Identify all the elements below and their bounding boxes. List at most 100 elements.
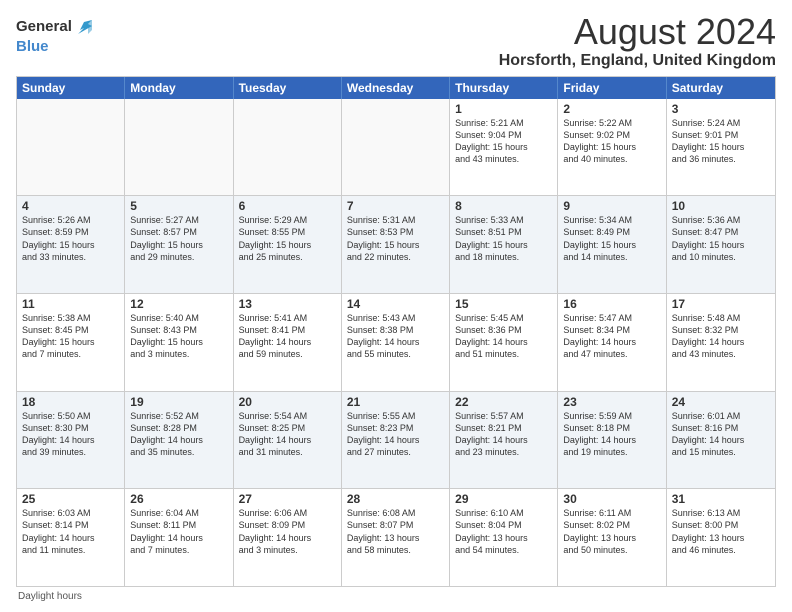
cell-detail: Sunrise: 5:57 AM Sunset: 8:21 PM Dayligh… [455,410,552,459]
day-number: 29 [455,492,552,506]
cell-detail: Sunrise: 6:01 AM Sunset: 8:16 PM Dayligh… [672,410,770,459]
day-number: 30 [563,492,660,506]
calendar-cell: 15Sunrise: 5:45 AM Sunset: 8:36 PM Dayli… [450,294,558,391]
cell-detail: Sunrise: 6:11 AM Sunset: 8:02 PM Dayligh… [563,507,660,556]
calendar-cell: 12Sunrise: 5:40 AM Sunset: 8:43 PM Dayli… [125,294,233,391]
cell-detail: Sunrise: 5:36 AM Sunset: 8:47 PM Dayligh… [672,214,770,263]
calendar-cell: 6Sunrise: 5:29 AM Sunset: 8:55 PM Daylig… [234,196,342,293]
cell-detail: Sunrise: 6:10 AM Sunset: 8:04 PM Dayligh… [455,507,552,556]
cell-detail: Sunrise: 5:27 AM Sunset: 8:57 PM Dayligh… [130,214,227,263]
calendar-cell: 22Sunrise: 5:57 AM Sunset: 8:21 PM Dayli… [450,392,558,489]
calendar-cell: 27Sunrise: 6:06 AM Sunset: 8:09 PM Dayli… [234,489,342,586]
logo: General Blue [16,16,96,56]
cell-detail: Sunrise: 5:59 AM Sunset: 8:18 PM Dayligh… [563,410,660,459]
cell-detail: Sunrise: 5:26 AM Sunset: 8:59 PM Dayligh… [22,214,119,263]
day-number: 8 [455,199,552,213]
subtitle: Horsforth, England, United Kingdom [499,52,776,70]
calendar-row-1: 4Sunrise: 5:26 AM Sunset: 8:59 PM Daylig… [17,196,775,294]
logo-icon [74,16,96,38]
day-number: 25 [22,492,119,506]
calendar-cell: 31Sunrise: 6:13 AM Sunset: 8:00 PM Dayli… [667,489,775,586]
day-number: 6 [239,199,336,213]
day-number: 17 [672,297,770,311]
day-number: 7 [347,199,444,213]
day-number: 16 [563,297,660,311]
calendar-cell [342,99,450,196]
calendar-cell: 1Sunrise: 5:21 AM Sunset: 9:04 PM Daylig… [450,99,558,196]
cell-detail: Sunrise: 5:24 AM Sunset: 9:01 PM Dayligh… [672,117,770,166]
day-number: 9 [563,199,660,213]
calendar-header-cell-friday: Friday [558,77,666,99]
day-number: 26 [130,492,227,506]
logo-text-general: General [16,19,72,36]
day-number: 3 [672,102,770,116]
cell-detail: Sunrise: 5:52 AM Sunset: 8:28 PM Dayligh… [130,410,227,459]
calendar-cell: 17Sunrise: 5:48 AM Sunset: 8:32 PM Dayli… [667,294,775,391]
calendar-header-cell-thursday: Thursday [450,77,558,99]
day-number: 27 [239,492,336,506]
calendar-cell: 14Sunrise: 5:43 AM Sunset: 8:38 PM Dayli… [342,294,450,391]
day-number: 18 [22,395,119,409]
cell-detail: Sunrise: 6:13 AM Sunset: 8:00 PM Dayligh… [672,507,770,556]
cell-detail: Sunrise: 5:50 AM Sunset: 8:30 PM Dayligh… [22,410,119,459]
day-number: 1 [455,102,552,116]
calendar-cell: 23Sunrise: 5:59 AM Sunset: 8:18 PM Dayli… [558,392,666,489]
day-number: 2 [563,102,660,116]
calendar-cell: 25Sunrise: 6:03 AM Sunset: 8:14 PM Dayli… [17,489,125,586]
header: General Blue August 2024 Horsforth, Engl… [16,12,776,70]
main-title: August 2024 [499,12,776,52]
calendar-cell: 4Sunrise: 5:26 AM Sunset: 8:59 PM Daylig… [17,196,125,293]
calendar-cell: 9Sunrise: 5:34 AM Sunset: 8:49 PM Daylig… [558,196,666,293]
calendar-row-0: 1Sunrise: 5:21 AM Sunset: 9:04 PM Daylig… [17,99,775,197]
day-number: 20 [239,395,336,409]
calendar-header-cell-tuesday: Tuesday [234,77,342,99]
title-area: August 2024 Horsforth, England, United K… [499,12,776,70]
day-number: 15 [455,297,552,311]
calendar-cell: 10Sunrise: 5:36 AM Sunset: 8:47 PM Dayli… [667,196,775,293]
day-number: 13 [239,297,336,311]
calendar-header-cell-saturday: Saturday [667,77,775,99]
day-number: 12 [130,297,227,311]
cell-detail: Sunrise: 5:33 AM Sunset: 8:51 PM Dayligh… [455,214,552,263]
calendar-cell: 11Sunrise: 5:38 AM Sunset: 8:45 PM Dayli… [17,294,125,391]
cell-detail: Sunrise: 5:54 AM Sunset: 8:25 PM Dayligh… [239,410,336,459]
day-number: 24 [672,395,770,409]
calendar-cell [17,99,125,196]
day-number: 21 [347,395,444,409]
cell-detail: Sunrise: 6:03 AM Sunset: 8:14 PM Dayligh… [22,507,119,556]
calendar-cell: 18Sunrise: 5:50 AM Sunset: 8:30 PM Dayli… [17,392,125,489]
calendar-cell: 21Sunrise: 5:55 AM Sunset: 8:23 PM Dayli… [342,392,450,489]
calendar-cell: 26Sunrise: 6:04 AM Sunset: 8:11 PM Dayli… [125,489,233,586]
cell-detail: Sunrise: 6:04 AM Sunset: 8:11 PM Dayligh… [130,507,227,556]
logo-text-blue: Blue [16,38,49,55]
day-number: 11 [22,297,119,311]
day-number: 4 [22,199,119,213]
calendar-header: SundayMondayTuesdayWednesdayThursdayFrid… [17,77,775,99]
day-number: 10 [672,199,770,213]
cell-detail: Sunrise: 5:29 AM Sunset: 8:55 PM Dayligh… [239,214,336,263]
calendar-row-3: 18Sunrise: 5:50 AM Sunset: 8:30 PM Dayli… [17,392,775,490]
cell-detail: Sunrise: 5:55 AM Sunset: 8:23 PM Dayligh… [347,410,444,459]
day-number: 31 [672,492,770,506]
day-number: 28 [347,492,444,506]
calendar-header-cell-sunday: Sunday [17,77,125,99]
calendar-body: 1Sunrise: 5:21 AM Sunset: 9:04 PM Daylig… [17,99,775,586]
cell-detail: Sunrise: 5:38 AM Sunset: 8:45 PM Dayligh… [22,312,119,361]
day-number: 14 [347,297,444,311]
calendar-cell: 19Sunrise: 5:52 AM Sunset: 8:28 PM Dayli… [125,392,233,489]
calendar-cell: 30Sunrise: 6:11 AM Sunset: 8:02 PM Dayli… [558,489,666,586]
cell-detail: Sunrise: 5:22 AM Sunset: 9:02 PM Dayligh… [563,117,660,166]
cell-detail: Sunrise: 6:08 AM Sunset: 8:07 PM Dayligh… [347,507,444,556]
calendar-cell: 16Sunrise: 5:47 AM Sunset: 8:34 PM Dayli… [558,294,666,391]
day-number: 23 [563,395,660,409]
calendar-row-4: 25Sunrise: 6:03 AM Sunset: 8:14 PM Dayli… [17,489,775,586]
day-number: 5 [130,199,227,213]
calendar-cell: 29Sunrise: 6:10 AM Sunset: 8:04 PM Dayli… [450,489,558,586]
cell-detail: Sunrise: 5:47 AM Sunset: 8:34 PM Dayligh… [563,312,660,361]
calendar-row-2: 11Sunrise: 5:38 AM Sunset: 8:45 PM Dayli… [17,294,775,392]
cell-detail: Sunrise: 5:34 AM Sunset: 8:49 PM Dayligh… [563,214,660,263]
calendar-cell: 24Sunrise: 6:01 AM Sunset: 8:16 PM Dayli… [667,392,775,489]
calendar-cell: 28Sunrise: 6:08 AM Sunset: 8:07 PM Dayli… [342,489,450,586]
calendar-header-cell-monday: Monday [125,77,233,99]
calendar-cell: 3Sunrise: 5:24 AM Sunset: 9:01 PM Daylig… [667,99,775,196]
